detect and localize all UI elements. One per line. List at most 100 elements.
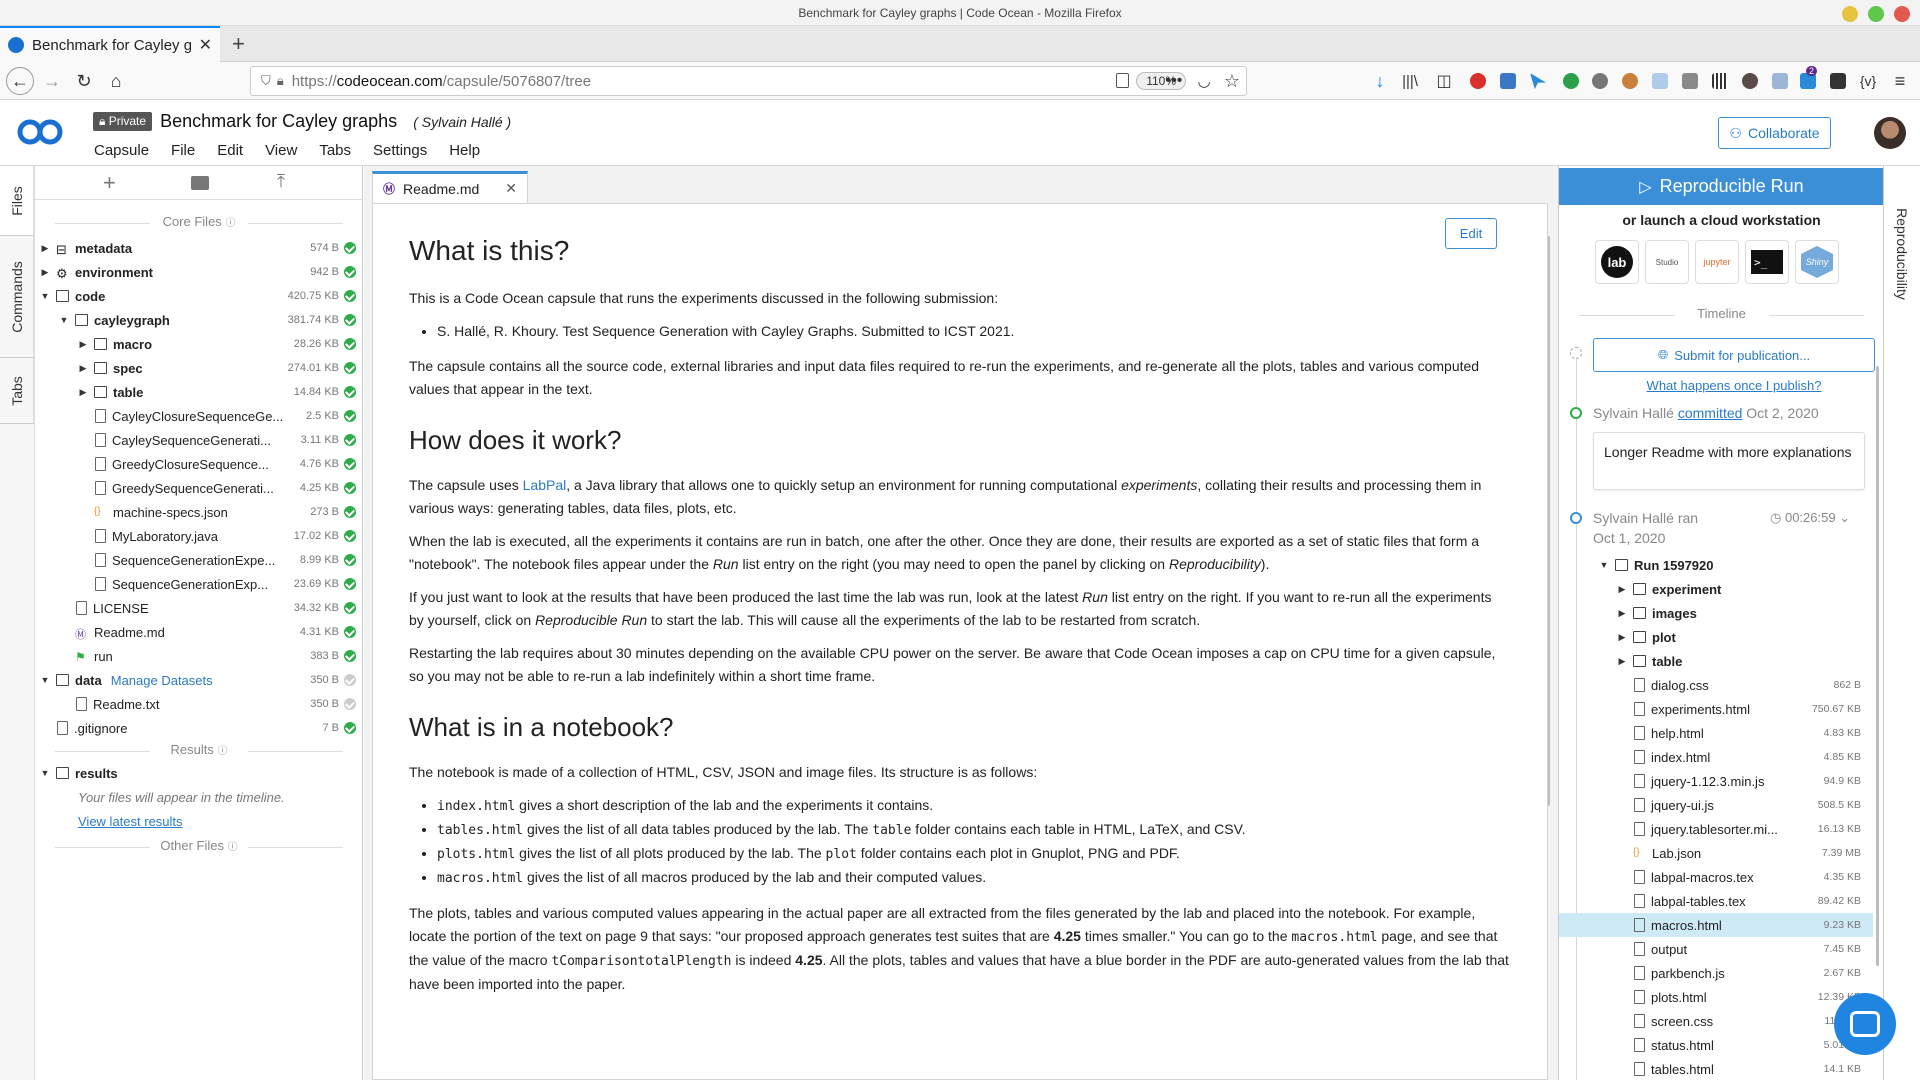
caret-right-icon[interactable]: ▶ <box>76 363 90 374</box>
caret-right-icon[interactable]: ▶ <box>1615 584 1629 595</box>
tree-file[interactable]: Readme.txt 350 B <box>35 692 363 716</box>
page-actions-icon[interactable]: ••• <box>1162 69 1186 93</box>
window-close-button[interactable] <box>1894 6 1910 22</box>
tree-folder[interactable]: ▶ macro 28.26 KB <box>35 332 363 356</box>
caret-down-icon[interactable]: ▼ <box>38 768 52 778</box>
tree-file[interactable]: SequenceGenerationExp... 23.69 KB <box>35 572 363 596</box>
extension-image-icon[interactable] <box>1682 73 1698 89</box>
extension-green-icon[interactable] <box>1563 73 1579 89</box>
bookmark-star-icon[interactable]: ☆ <box>1220 69 1244 93</box>
sidebar-icon[interactable]: ◫ <box>1432 69 1456 93</box>
cursor-icon[interactable] <box>1530 73 1546 89</box>
run-file-item[interactable]: output 7.45 KB <box>1559 937 1873 961</box>
side-tab-tabs[interactable]: Tabs <box>0 358 34 424</box>
extension-barcode-icon[interactable] <box>1712 73 1728 89</box>
extension-grey-icon[interactable] <box>1592 73 1608 89</box>
run-file-item[interactable]: index.html 4.85 KB <box>1559 745 1873 769</box>
back-button[interactable]: ← <box>6 67 34 95</box>
tree-file[interactable]: LICENSE 34.32 KB <box>35 596 363 620</box>
downloads-icon[interactable]: ↓ <box>1368 69 1392 93</box>
run-folder[interactable]: ▼ Run 1597920 <box>1597 553 1911 577</box>
run-folder-item[interactable]: ▶ experiment <box>1559 577 1873 601</box>
extension-doc-icon[interactable] <box>1652 73 1668 89</box>
tree-file[interactable]: CayleyClosureSequenceGe... 2.5 KB <box>35 404 363 428</box>
pocket-icon[interactable]: ◡ <box>1192 69 1216 93</box>
tree-file[interactable]: CayleySequenceGenerati... 3.11 KB <box>35 428 363 452</box>
menu-file[interactable]: File <box>171 142 195 159</box>
codeocean-logo-icon[interactable] <box>16 117 66 147</box>
new-folder-icon[interactable] <box>191 176 209 190</box>
close-tab-icon[interactable]: ✕ <box>505 180 517 197</box>
tree-file[interactable]: GreedySequenceGenerati... 4.25 KB <box>35 476 363 500</box>
run-file-item[interactable]: labpal-tables.tex 89.42 KB <box>1559 889 1873 913</box>
submit-for-publication-button[interactable]: 🌐︎ Submit for publication... <box>1593 338 1875 372</box>
menu-edit[interactable]: Edit <box>217 142 243 159</box>
reproducible-run-button[interactable]: ▷ Reproducible Run <box>1559 168 1884 205</box>
tree-folder[interactable]: ▶ spec 274.01 KB <box>35 356 363 380</box>
tree-file[interactable]: SequenceGenerationExpe... 8.99 KB <box>35 548 363 572</box>
labpal-link[interactable]: LabPal <box>523 477 567 493</box>
caret-down-icon[interactable]: ▼ <box>1597 560 1611 570</box>
jupyterlab-button[interactable]: lab <box>1595 240 1639 284</box>
menu-tabs[interactable]: Tabs <box>319 142 351 159</box>
editor-tab-readme[interactable]: Ⓜ Readme.md ✕ <box>372 171 528 203</box>
caret-right-icon[interactable]: ▶ <box>1615 632 1629 643</box>
run-file-item[interactable]: dialog.css 862 B <box>1559 673 1873 697</box>
tree-folder[interactable]: ▶ ⊟ metadata 574 B <box>35 236 363 260</box>
window-maximize-button[interactable] <box>1868 6 1884 22</box>
menu-settings[interactable]: Settings <box>373 142 427 159</box>
home-button[interactable]: ⌂ <box>104 69 128 93</box>
run-file-item[interactable]: jquery-ui.js 508.5 KB <box>1559 793 1873 817</box>
window-minimize-button[interactable] <box>1842 6 1858 22</box>
user-avatar[interactable] <box>1874 117 1906 149</box>
run-file-item[interactable]: jquery.tablesorter.mi... 16.13 KB <box>1559 817 1873 841</box>
run-file-item[interactable]: tables.html 14.1 KB <box>1559 1057 1873 1081</box>
shiny-button[interactable]: Shiny <box>1795 240 1839 284</box>
run-file-item[interactable]: plots.html 12.39 KB <box>1559 985 1873 1009</box>
extension-braces-icon[interactable]: {v} <box>1856 69 1880 93</box>
collaborate-button[interactable]: ⚇ Collaborate <box>1718 117 1831 149</box>
extension-plus-icon[interactable] <box>1830 73 1846 89</box>
edit-button[interactable]: Edit <box>1445 218 1497 249</box>
view-latest-results-link[interactable]: View latest results <box>78 814 183 829</box>
close-tab-icon[interactable]: ✕ <box>199 35 212 55</box>
manage-datasets-link[interactable]: Manage Datasets <box>111 673 213 688</box>
tree-file[interactable]: GreedyClosureSequence... 4.76 KB <box>35 452 363 476</box>
run-folder-item[interactable]: ▶ images <box>1559 601 1873 625</box>
menu-capsule[interactable]: Capsule <box>94 142 149 159</box>
jupyter-button[interactable]: jupyter <box>1695 240 1739 284</box>
lock-icon[interactable]: 🔒︎ <box>277 73 284 89</box>
extension-grid-icon[interactable] <box>1772 73 1788 89</box>
side-tab-reproducibility[interactable]: Reproducibility <box>1883 166 1920 1080</box>
url-bar[interactable]: ⛉ 🔒︎ https://codeocean.com/capsule/50768… <box>250 66 1247 96</box>
caret-right-icon[interactable]: ▶ <box>38 243 52 254</box>
run-file-item[interactable]: parkbench.js 2.67 KB <box>1559 961 1873 985</box>
run-file-item[interactable]: status.html5.01 KB <box>1559 1033 1873 1057</box>
committed-link[interactable]: committed <box>1678 405 1743 421</box>
tree-folder[interactable]: ▼ code 420.75 KB <box>35 284 363 308</box>
results-folder[interactable]: ▼ results <box>35 761 363 785</box>
run-folder-item[interactable]: ▶ plot <box>1559 625 1873 649</box>
tree-file[interactable]: Ⓜ Readme.md 4.31 KB <box>35 620 363 644</box>
tree-folder[interactable]: ▼ cayleygraph 381.74 KB <box>35 308 363 332</box>
extension-avatar-icon[interactable] <box>1742 73 1758 89</box>
chevron-down-icon[interactable]: ⌄ <box>1839 510 1850 525</box>
menu-view[interactable]: View <box>265 142 297 159</box>
reader-view-icon[interactable] <box>1116 73 1129 88</box>
adblock-icon[interactable] <box>1470 73 1486 89</box>
tree-folder[interactable]: ▶ table 14.84 KB <box>35 380 363 404</box>
caret-right-icon[interactable]: ▶ <box>38 267 52 278</box>
run-folder-item[interactable]: ▶ table <box>1559 649 1873 673</box>
extension-monkey-icon[interactable] <box>1622 73 1638 89</box>
browser-tab[interactable]: Benchmark for Cayley graphs | Code Ocean… <box>0 26 220 62</box>
caret-down-icon[interactable]: ▼ <box>38 675 52 685</box>
new-file-icon[interactable]: + <box>103 170 116 196</box>
reload-button[interactable]: ↻ <box>72 69 96 93</box>
tree-file[interactable]: ⚑ run 383 B <box>35 644 363 668</box>
menu-help[interactable]: Help <box>449 142 480 159</box>
library-icon[interactable]: |||\ <box>1398 69 1422 93</box>
caret-down-icon[interactable]: ▼ <box>38 291 52 301</box>
run-file-item[interactable]: macros.html 9.23 KB <box>1559 913 1873 937</box>
new-tab-button[interactable]: + <box>232 31 245 57</box>
side-tab-commands[interactable]: Commands <box>0 236 34 358</box>
